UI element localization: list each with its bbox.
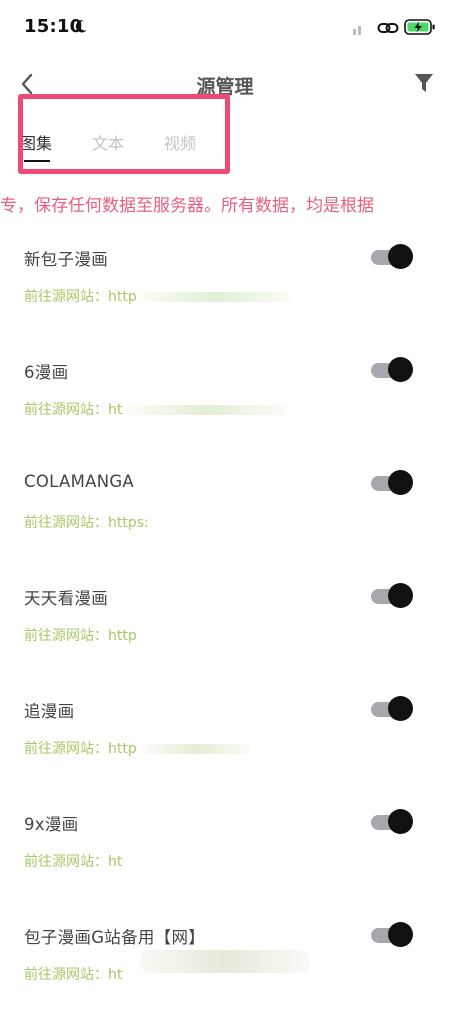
source-item[interactable]: 天天看漫画 前往源网站：http: [0, 579, 450, 691]
source-item[interactable]: 追漫画 前往源网站：http: [0, 692, 450, 804]
source-url-prefix: 前往源网站：: [24, 628, 108, 644]
highlight-annotation-box: [18, 94, 230, 174]
toggle-knob: [388, 809, 413, 834]
source-name: COLAMANGA: [24, 472, 135, 491]
source-name: 新包子漫画: [24, 250, 108, 269]
source-url-link[interactable]: 前往源网站：http: [24, 738, 251, 758]
source-url-text: https:: [108, 515, 149, 531]
signal-icon: [353, 26, 361, 35]
source-url-text: http: [108, 741, 137, 757]
link-icon: [377, 23, 399, 33]
source-url-prefix: 前往源网站：: [24, 854, 108, 870]
source-url-text: http: [108, 628, 137, 644]
toggle-knob: [388, 696, 413, 721]
toggle-knob: [388, 922, 413, 947]
source-url-link[interactable]: 前往源网站：ht: [24, 399, 287, 419]
source-item[interactable]: 9x漫画 前往源网站：ht: [0, 805, 450, 917]
toggle-knob: [388, 244, 413, 269]
source-url-link[interactable]: 前往源网站：http: [24, 286, 291, 306]
source-enable-toggle[interactable]: [371, 696, 413, 721]
notice-text: 专，保存任何数据至服务器。所有数据，均是根据: [0, 196, 374, 215]
source-url-text: ht: [108, 967, 123, 983]
source-item[interactable]: 6漫画 前往源网站：ht: [0, 353, 450, 465]
source-url-prefix: 前往源网站：: [24, 402, 108, 418]
source-url-text: ht: [108, 854, 123, 870]
source-enable-toggle[interactable]: [371, 583, 413, 608]
filter-icon[interactable]: [414, 72, 434, 94]
source-name: 天天看漫画: [24, 589, 108, 608]
source-enable-toggle[interactable]: [371, 244, 413, 269]
source-enable-toggle[interactable]: [371, 470, 413, 495]
source-url-link[interactable]: 前往源网站：ht: [24, 964, 122, 984]
redacted-url: [140, 744, 251, 754]
source-name: 6漫画: [24, 363, 69, 382]
source-url-link[interactable]: 前往源网站：ht: [24, 851, 122, 871]
toggle-knob: [388, 583, 413, 608]
source-url-link[interactable]: 前往源网站：http: [24, 625, 137, 645]
redacted-url: [126, 405, 287, 415]
status-bar: 15:10: [0, 0, 450, 56]
toggle-knob: [388, 357, 413, 382]
source-url-link[interactable]: 前往源网站：https:: [24, 512, 149, 532]
source-url-prefix: 前往源网站：: [24, 967, 108, 983]
source-url-prefix: 前往源网站：: [24, 515, 108, 531]
toggle-knob: [388, 470, 413, 495]
redacted-url: [140, 950, 310, 973]
source-name: 9x漫画: [24, 815, 79, 834]
source-url-text: http: [108, 289, 137, 305]
source-name: 包子漫画G站备用【网】: [24, 928, 206, 947]
redacted-url: [140, 292, 291, 302]
source-item[interactable]: 新包子漫画 前往源网站：http: [0, 240, 450, 352]
source-url-prefix: 前往源网站：: [24, 741, 108, 757]
source-item[interactable]: 包子漫画G站备用【网】 前往源网站：ht: [0, 918, 450, 1030]
moon-icon: [75, 20, 87, 33]
source-url-text: ht: [108, 402, 123, 418]
source-enable-toggle[interactable]: [371, 922, 413, 947]
source-enable-toggle[interactable]: [371, 809, 413, 834]
source-url-prefix: 前往源网站：: [24, 289, 108, 305]
source-item[interactable]: COLAMANGA 前往源网站：https:: [0, 466, 450, 578]
source-enable-toggle[interactable]: [371, 357, 413, 382]
source-name: 追漫画: [24, 702, 75, 721]
notice-marquee: 专，保存任何数据至服务器。所有数据，均是根据: [0, 191, 450, 215]
battery-charging-icon: [404, 19, 435, 35]
